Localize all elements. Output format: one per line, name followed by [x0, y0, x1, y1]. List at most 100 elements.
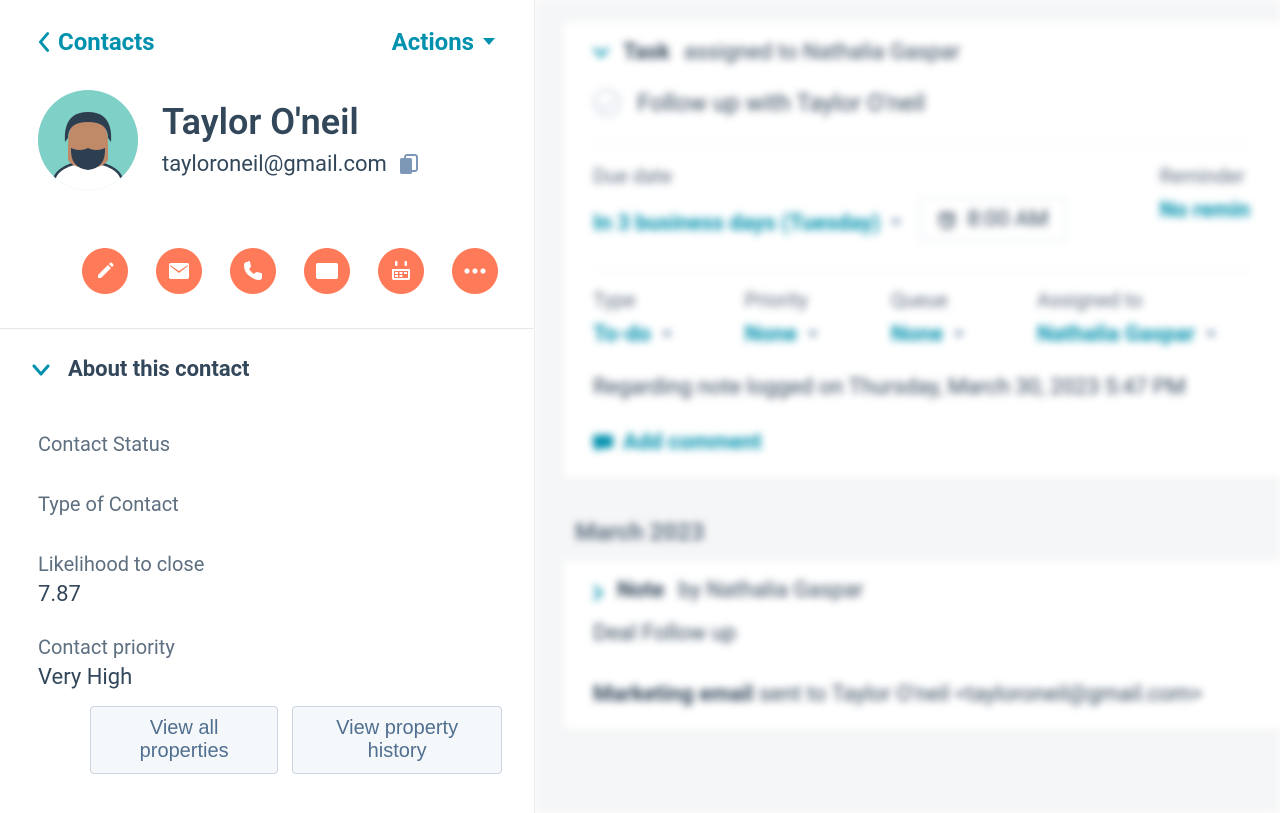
email-button[interactable] — [156, 248, 202, 294]
add-comment-link[interactable]: Add comment — [593, 430, 762, 455]
value: 8:00 AM — [967, 207, 1048, 232]
task-priority[interactable]: Priority None — [745, 288, 819, 347]
note-button[interactable] — [82, 248, 128, 294]
back-label: Contacts — [58, 28, 155, 56]
divider — [593, 145, 1250, 146]
clock-icon — [937, 210, 957, 230]
note-card[interactable]: Note by Nathalia Gaspar Deal Follow up M… — [563, 560, 1280, 729]
contact-name: Taylor O'neil — [162, 103, 419, 143]
value: To-do — [593, 322, 651, 347]
call-button[interactable] — [230, 248, 276, 294]
note-by: by Nathalia Gaspar — [678, 578, 863, 603]
task-time-picker[interactable]: 8:00 AM — [920, 198, 1065, 241]
complete-task-checkbox[interactable] — [593, 89, 621, 117]
copy-email-button[interactable] — [399, 154, 419, 176]
task-title[interactable]: Follow up with Taylor O'neil — [637, 89, 925, 117]
field-label: Contact Status — [38, 432, 496, 456]
avatar[interactable] — [38, 90, 138, 190]
view-all-properties-button[interactable]: View all properties — [90, 706, 278, 774]
comment-icon — [593, 434, 613, 452]
label: Priority — [745, 288, 819, 312]
tray-icon — [316, 262, 338, 280]
chevron-left-icon — [38, 32, 50, 52]
field-label: Contact priority — [38, 635, 496, 659]
value: No remin — [1160, 198, 1250, 223]
sidebar-header: Contacts Actions — [0, 0, 534, 56]
more-button[interactable] — [452, 248, 498, 294]
about-title: About this contact — [68, 357, 250, 382]
marketing-email-line[interactable]: Marketing email sent to Taylor O'neil <t… — [593, 682, 1250, 707]
task-field-row-1: Due date In 3 business days (Tuesday) 8:… — [593, 164, 1250, 241]
task-button[interactable] — [378, 248, 424, 294]
month-header: March 2023 — [535, 498, 1280, 560]
caret-down-icon — [661, 330, 673, 340]
label: Marketing email — [593, 682, 754, 707]
phone-icon — [243, 261, 263, 281]
about-toggle[interactable]: About this contact — [32, 357, 502, 382]
contact-email[interactable]: tayloroneil@gmail.com — [162, 152, 387, 177]
field-contact-status[interactable]: Contact Status — [38, 432, 496, 456]
chevron-down-icon — [32, 364, 50, 376]
rest: sent to Taylor O'neil <tayloroneil@gmail… — [759, 682, 1203, 707]
actions-dropdown[interactable]: Actions — [392, 28, 496, 56]
name-block: Taylor O'neil tayloroneil@gmail.com — [162, 103, 419, 178]
property-buttons: View all properties View property histor… — [32, 698, 502, 774]
task-type[interactable]: Type To-do — [593, 288, 673, 347]
copy-icon — [399, 154, 419, 176]
profile-block: Taylor O'neil tayloroneil@gmail.com — [0, 56, 534, 200]
divider — [593, 269, 1250, 270]
caret-down-icon — [890, 218, 902, 228]
task-assigned-to[interactable]: Assigned to Nathalia Gaspar — [1037, 288, 1217, 347]
label: Assigned to — [1037, 288, 1217, 312]
field-type-of-contact[interactable]: Type of Contact — [38, 492, 496, 516]
field-label: Likelihood to close — [38, 552, 496, 576]
value: In 3 business days (Tuesday) — [593, 211, 880, 236]
field-label: Type of Contact — [38, 492, 496, 516]
caret-down-icon — [1205, 330, 1217, 340]
field-priority[interactable]: Contact priority Very High — [38, 635, 496, 690]
task-field-row-2: Type To-do Priority None Queue None Assi… — [593, 288, 1250, 347]
view-property-history-button[interactable]: View property history — [292, 706, 502, 774]
task-title-row: Follow up with Taylor O'neil — [593, 89, 1250, 117]
field-list: Contact Status Type of Contact Likelihoo… — [32, 382, 502, 690]
chevron-right-icon — [593, 582, 603, 598]
label: Reminder — [1160, 164, 1250, 188]
envelope-icon — [168, 263, 190, 279]
note-header[interactable]: Note by Nathalia Gaspar — [593, 578, 1250, 603]
label: Queue — [891, 288, 965, 312]
task-reminder[interactable]: Reminder No remin — [1160, 164, 1250, 241]
activity-timeline: Task assigned to Nathalia Gaspar Follow … — [535, 0, 1280, 813]
label: Type — [593, 288, 673, 312]
task-assigned-text: assigned to Nathalia Gaspar — [684, 40, 960, 65]
field-likelihood[interactable]: Likelihood to close 7.87 — [38, 552, 496, 607]
field-value: 7.87 — [38, 582, 496, 607]
log-button[interactable] — [304, 248, 350, 294]
value: None — [745, 322, 797, 347]
chevron-down-icon — [593, 47, 609, 59]
value: None — [891, 322, 943, 347]
pencil-note-icon — [95, 261, 115, 281]
back-to-contacts-link[interactable]: Contacts — [38, 28, 155, 56]
task-card[interactable]: Task assigned to Nathalia Gaspar Follow … — [563, 22, 1280, 478]
caret-down-icon — [807, 330, 819, 340]
task-queue[interactable]: Queue None — [891, 288, 965, 347]
about-section: About this contact Contact Status Type o… — [0, 329, 534, 774]
quick-actions-row — [0, 200, 534, 328]
task-keyword: Task — [623, 40, 670, 65]
label: Due date — [593, 164, 1066, 188]
ellipsis-icon — [464, 268, 486, 274]
note-body: Deal Follow up — [593, 621, 1250, 646]
caret-down-icon — [953, 330, 965, 340]
note-keyword: Note — [617, 578, 664, 603]
label: Add comment — [623, 430, 762, 455]
task-header[interactable]: Task assigned to Nathalia Gaspar — [593, 40, 1250, 65]
caret-down-icon — [482, 37, 496, 47]
calendar-icon — [391, 261, 411, 281]
field-value: Very High — [38, 665, 496, 690]
avatar-illustration-icon — [38, 90, 138, 190]
contact-sidebar: Contacts Actions Taylor O'neil — [0, 0, 535, 813]
task-regarding: Regarding note logged on Thursday, March… — [593, 375, 1250, 400]
value: Nathalia Gaspar — [1037, 322, 1195, 347]
task-due-date[interactable]: Due date In 3 business days (Tuesday) 8:… — [593, 164, 1066, 241]
actions-label: Actions — [392, 28, 474, 56]
